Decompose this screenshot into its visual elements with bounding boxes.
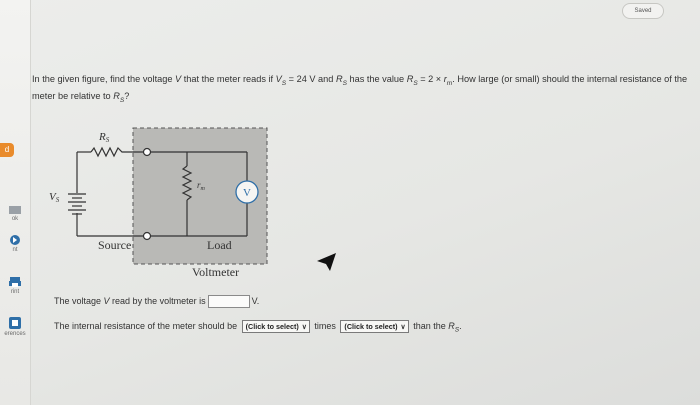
answer-line-voltage: The voltage V read by the voltmeter is V. bbox=[54, 295, 259, 308]
label-source: Source bbox=[98, 238, 131, 252]
sidebar-item-hint[interactable]: nt bbox=[0, 234, 30, 253]
book-icon bbox=[9, 206, 21, 214]
terminal-bottom bbox=[142, 231, 152, 241]
print-icon bbox=[10, 235, 20, 245]
sidebar-item-ebook[interactable]: ok bbox=[0, 205, 30, 222]
saved-status-badge: Saved bbox=[622, 3, 664, 19]
printer-icon bbox=[9, 277, 21, 287]
chevron-down-icon: ∨ bbox=[400, 324, 406, 331]
references-icon bbox=[9, 317, 21, 329]
mouse-pointer-icon bbox=[317, 253, 336, 271]
answer-line-resistance: The internal resistance of the meter sho… bbox=[54, 320, 462, 334]
label-vs: VS bbox=[49, 191, 60, 204]
label-load: Load bbox=[207, 238, 232, 252]
label-voltmeter: Voltmeter bbox=[192, 265, 239, 279]
label-rs: RS bbox=[98, 131, 110, 144]
sidebar-item-references[interactable]: erences bbox=[0, 316, 30, 337]
sidebar-item-print[interactable]: rint bbox=[0, 276, 30, 295]
chevron-down-icon: ∨ bbox=[301, 324, 307, 331]
label-meter-v: V bbox=[243, 187, 251, 199]
voltage-answer-input[interactable] bbox=[207, 295, 250, 308]
multiplier-select[interactable]: (Click to select) ∨ bbox=[241, 320, 310, 333]
terminal-top bbox=[142, 147, 152, 157]
comparison-select[interactable]: (Click to select) ∨ bbox=[340, 320, 409, 333]
circuit-figure: RS VS rm V Source Load Voltmeter bbox=[49, 127, 268, 279]
section-chip[interactable]: d bbox=[0, 143, 14, 157]
question-text: In the given figure, find the voltage V … bbox=[32, 74, 688, 104]
battery-vs bbox=[68, 193, 86, 215]
left-toolbar: d ok nt rint erences bbox=[0, 0, 31, 405]
